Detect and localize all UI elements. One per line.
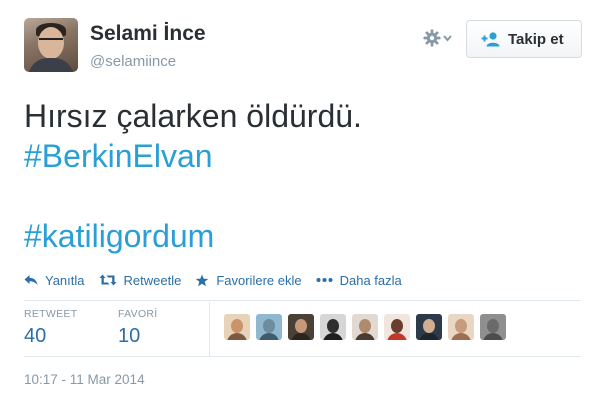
reply-button[interactable]: Yanıtla bbox=[24, 273, 85, 288]
avatar-glasses bbox=[39, 38, 63, 43]
retweet-label: Retweetle bbox=[123, 272, 182, 288]
favoriter-avatar[interactable] bbox=[320, 314, 346, 340]
favoriter-avatar[interactable] bbox=[480, 314, 506, 340]
retweet-button[interactable]: Retweetle bbox=[99, 272, 182, 288]
favorite-count: 10 bbox=[118, 325, 141, 347]
favorite-button[interactable]: Favorilere ekle bbox=[195, 272, 302, 288]
favoriter-avatar[interactable] bbox=[288, 314, 314, 340]
tweet-line-break bbox=[24, 176, 584, 216]
favoriter-avatar[interactable] bbox=[384, 314, 410, 340]
favoriter-avatar[interactable] bbox=[224, 314, 250, 340]
favoriters-avatars bbox=[224, 314, 512, 340]
follow-button[interactable]: Takip et bbox=[466, 20, 582, 58]
hashtag-link[interactable]: #katiligordum bbox=[24, 216, 584, 256]
favorite-stat-label: FAVORİ bbox=[118, 308, 158, 320]
tweet-text-line: Hırsız çalarken öldürdü. bbox=[24, 98, 362, 134]
reply-label: Yanıtla bbox=[45, 272, 85, 288]
user-actions-dropdown[interactable] bbox=[422, 27, 456, 49]
tweet-timestamp[interactable]: 10:17 - 11 Mar 2014 bbox=[24, 372, 145, 387]
favorite-label: Favorilere ekle bbox=[216, 272, 302, 288]
favorite-stat[interactable]: FAVORİ 10 bbox=[118, 308, 158, 348]
gear-icon bbox=[423, 29, 452, 47]
user-avatar[interactable] bbox=[24, 18, 78, 72]
more-label: Daha fazla bbox=[339, 272, 402, 288]
user-fullname[interactable]: Selami İnce bbox=[90, 22, 206, 46]
stat-divider bbox=[209, 302, 210, 356]
favoriter-avatar[interactable] bbox=[256, 314, 282, 340]
retweet-icon bbox=[99, 274, 117, 286]
avatar-body bbox=[28, 58, 74, 72]
favoriter-avatar[interactable] bbox=[448, 314, 474, 340]
tweet-header: Selami İnce @selamiince Takip et bbox=[24, 18, 584, 76]
tweet-actions: Yanıtla Retweetle Favorilere ekle Daha f… bbox=[24, 270, 416, 290]
hashtag-link[interactable]: #BerkinElvan bbox=[24, 136, 584, 176]
more-dots-icon bbox=[316, 278, 333, 282]
reply-icon bbox=[24, 275, 38, 285]
tweet-stats: RETWEET 40 FAVORİ 10 bbox=[24, 302, 580, 356]
divider bbox=[24, 356, 580, 357]
retweet-count: 40 bbox=[24, 325, 47, 347]
avatar-face bbox=[38, 27, 64, 59]
star-icon bbox=[196, 274, 209, 286]
more-button[interactable]: Daha fazla bbox=[316, 273, 402, 288]
tweet-text: Hırsız çalarken öldürdü. #BerkinElvan #k… bbox=[24, 96, 584, 256]
follow-button-label: Takip et bbox=[508, 30, 564, 48]
chevron-down-icon bbox=[443, 35, 452, 42]
divider bbox=[24, 300, 580, 301]
add-person-icon bbox=[481, 32, 500, 47]
favoriter-avatar[interactable] bbox=[416, 314, 442, 340]
retweet-stat[interactable]: RETWEET 40 bbox=[24, 308, 77, 348]
favoriter-avatar[interactable] bbox=[352, 314, 378, 340]
retweet-stat-label: RETWEET bbox=[24, 308, 78, 320]
user-handle[interactable]: @selamiince bbox=[90, 53, 176, 70]
